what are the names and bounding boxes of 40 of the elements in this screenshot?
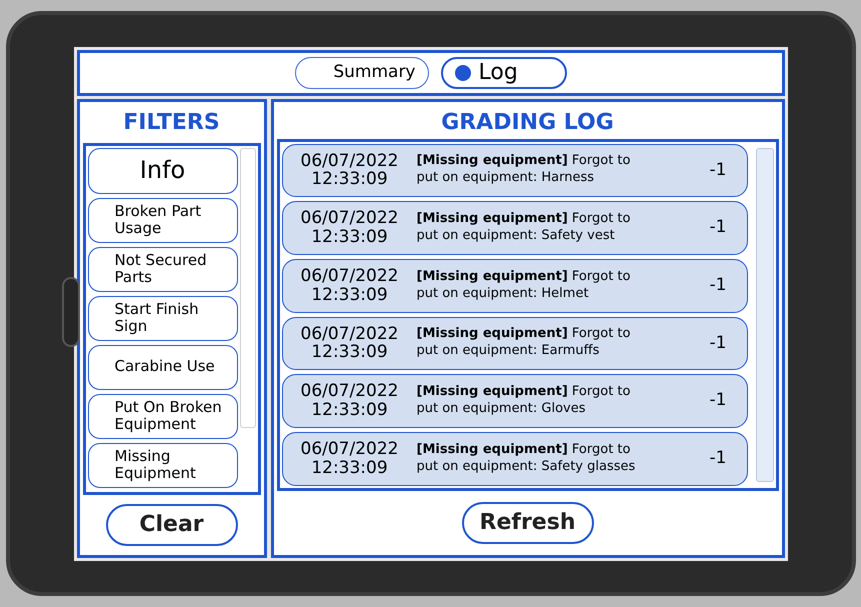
side-button-icon — [62, 277, 80, 347]
entry-score: -1 — [710, 274, 726, 297]
filter-item[interactable]: Broken Part Usage — [88, 198, 238, 242]
entry-date: 06/07/2022 — [300, 266, 398, 286]
tab[interactable]: Summary — [294, 56, 428, 88]
entry-score: -1 — [710, 158, 726, 182]
entry-score: -1 — [710, 332, 726, 355]
entry-score: -1 — [710, 446, 726, 470]
filter-item[interactable]: Info — [88, 148, 238, 194]
filters-title: FILTERS — [122, 108, 221, 136]
entry-time: 12:33:09 — [311, 458, 388, 478]
grading-log-title: GRADING LOG — [440, 108, 615, 136]
entry-date: 06/07/2022 — [300, 152, 398, 170]
entry-date: 06/07/2022 — [300, 324, 398, 344]
entry-message: [Missing equipment] Forgot to put on equipment: Earmuffs — [416, 326, 632, 360]
entry-time: 12:33:09 — [311, 286, 388, 304]
entry-date: 06/07/2022 — [300, 209, 398, 228]
refresh-button[interactable]: Refresh — [462, 502, 594, 544]
entry-score: -1 — [710, 389, 726, 412]
entry-message: [Missing equipment] Forgot to put on equipment: Safety vest — [416, 211, 632, 245]
filter-item[interactable]: Not Secured Parts — [88, 246, 238, 292]
entry-time: 12:33:09 — [311, 228, 388, 247]
entry-time: 12:33:09 — [311, 401, 388, 420]
entry-time: 12:33:09 — [311, 343, 388, 362]
filter-item[interactable]: Carabine Use — [88, 344, 238, 390]
filter-item[interactable]: Start Finish Sign — [88, 296, 238, 340]
scrollbar-icon — [756, 148, 774, 482]
entry-score: -1 — [710, 216, 726, 240]
tab[interactable]: Log — [440, 56, 566, 88]
filter-item[interactable]: Put On Broken Equipment — [88, 394, 238, 438]
scrollbar-icon — [240, 148, 256, 428]
clear-button[interactable]: Clear — [106, 504, 238, 546]
entry-message: [Missing equipment] Forgot to put on equipment: Helmet — [416, 268, 632, 303]
entry-message: [Missing equipment] Forgot to put on equipment: Safety glasses — [416, 442, 636, 476]
entry-date: 06/07/2022 — [300, 440, 398, 459]
filter-item[interactable]: Missing Equipment — [88, 442, 238, 488]
entry-date: 06/07/2022 — [300, 382, 398, 402]
entry-message: [Missing equipment] Forgot to put on equipment: Harness — [416, 153, 632, 188]
entry-time: 12:33:09 — [311, 170, 388, 190]
entry-message: [Missing equipment] Forgot to put on equipment: Gloves — [416, 384, 632, 418]
